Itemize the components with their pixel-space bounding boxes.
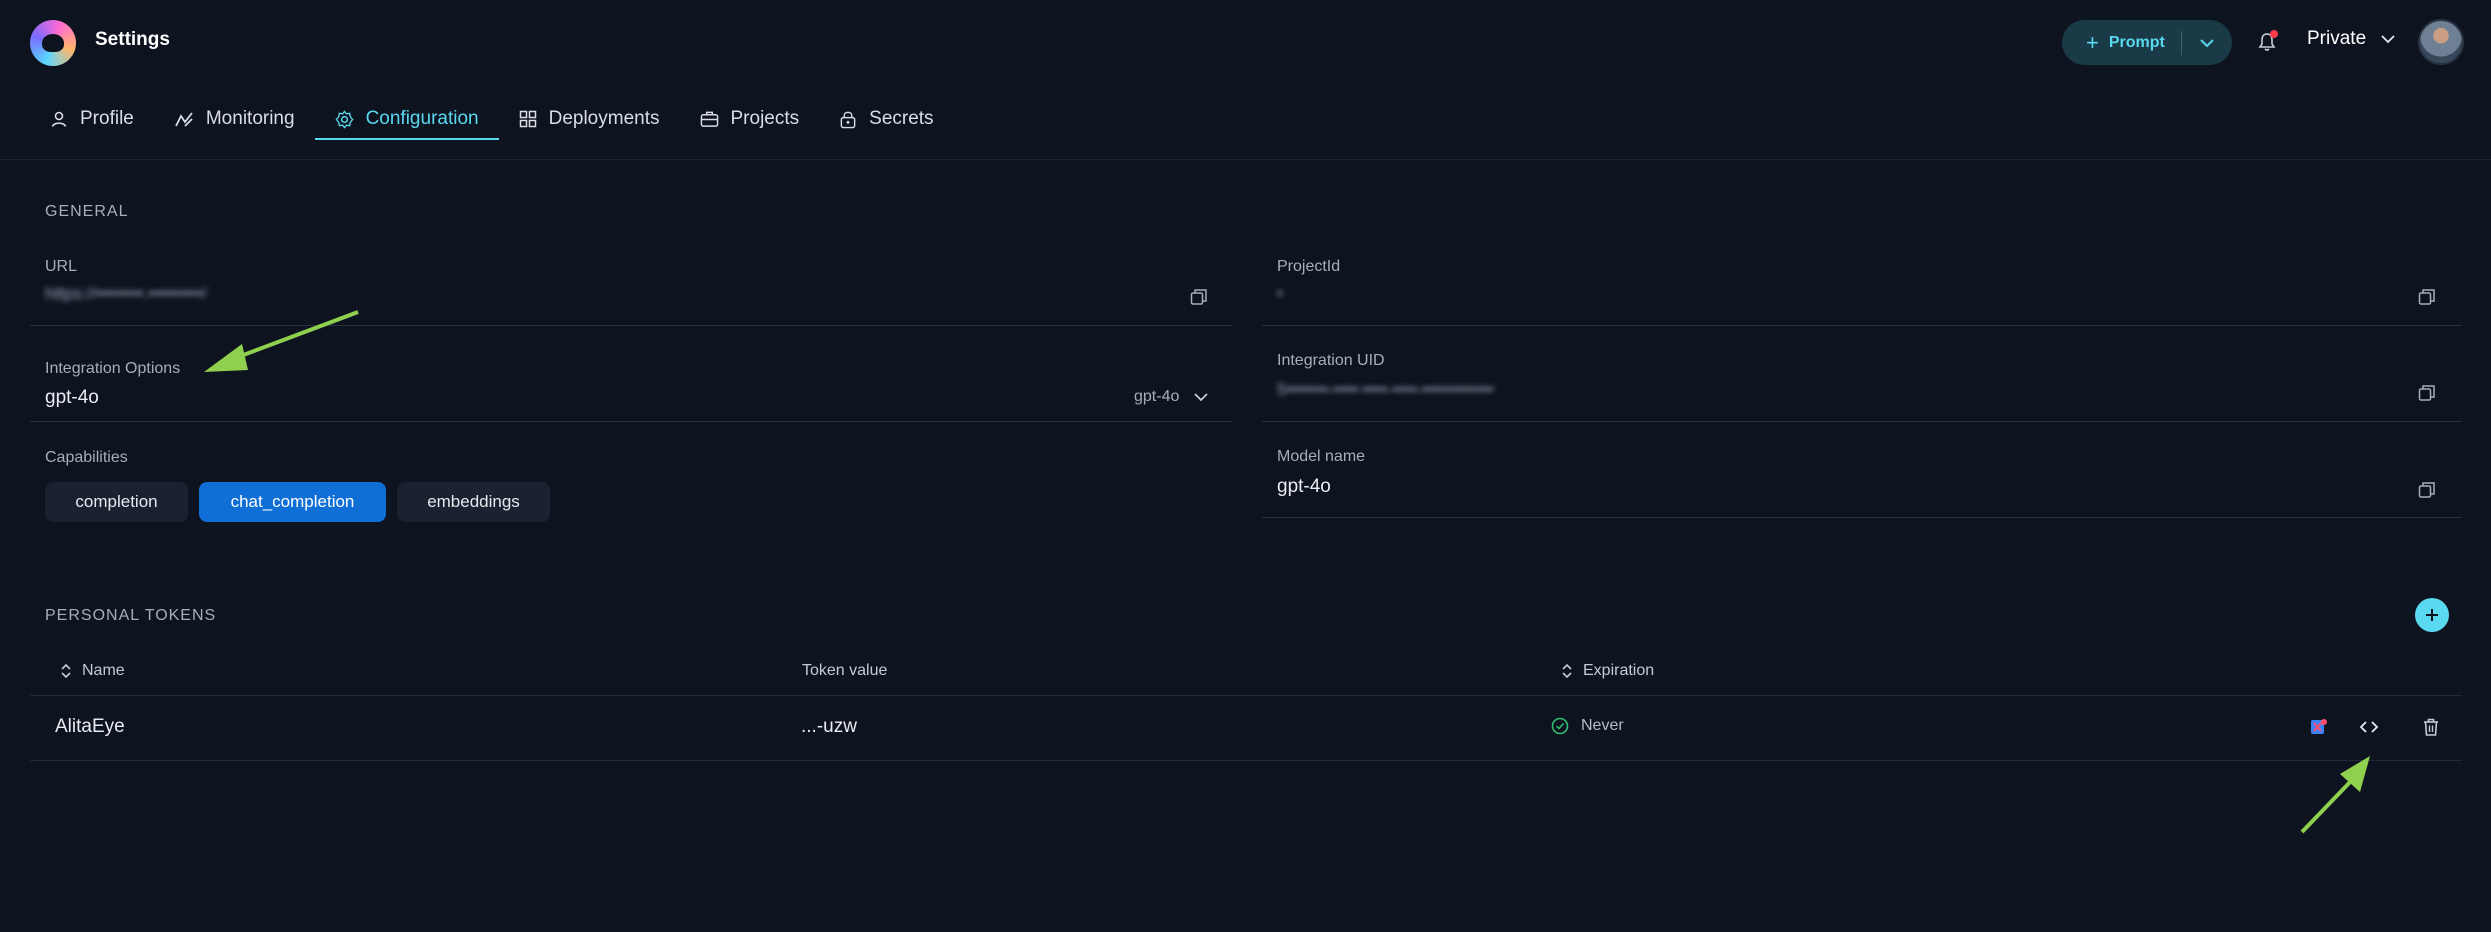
token-name: AlitaEye	[55, 716, 125, 737]
delete-token-button[interactable]	[2420, 716, 2442, 738]
vscode-integration-button[interactable]	[2308, 716, 2330, 738]
settings-page: Settings + Prompt Private Profile Monito…	[0, 0, 2491, 932]
sort-icon	[1562, 663, 1572, 679]
column-header-label: Name	[82, 662, 125, 679]
check-circle-icon	[1551, 717, 1569, 735]
briefcase-icon	[700, 111, 718, 127]
model-name-label: Model name	[1277, 448, 1366, 465]
column-header-expiration[interactable]: Expiration	[1561, 662, 1654, 680]
user-icon	[51, 111, 67, 127]
column-header-label: Token value	[802, 662, 888, 679]
table-header-divider	[30, 695, 2462, 696]
settings-tabs: Profile Monitoring Configuration Deploym…	[30, 98, 954, 140]
tab-projects[interactable]: Projects	[680, 98, 820, 140]
tab-deployments[interactable]: Deployments	[499, 98, 680, 140]
prompt-dropdown-toggle[interactable]	[2182, 20, 2232, 65]
tab-profile[interactable]: Profile	[30, 98, 154, 140]
plus-icon: +	[2086, 29, 2099, 55]
copy-icon[interactable]	[1190, 288, 1208, 306]
url-label: URL	[45, 258, 78, 275]
model-name-field: Model name gpt-4o	[1262, 440, 2462, 518]
integration-options-selected: gpt-4o	[1134, 388, 1180, 405]
annotation-arrow-icon	[2300, 756, 2370, 834]
avatar[interactable]	[2418, 19, 2464, 65]
copy-icon[interactable]	[2418, 481, 2436, 499]
gear-icon	[335, 109, 354, 129]
token-expiration: Never	[1551, 717, 1624, 735]
table-row-divider	[30, 760, 2462, 761]
prompt-button[interactable]: + Prompt	[2062, 20, 2181, 65]
tab-label: Projects	[730, 108, 800, 129]
prompt-split-button: + Prompt	[2062, 20, 2232, 65]
tab-configuration[interactable]: Configuration	[314, 98, 499, 140]
plus-icon	[2426, 609, 2438, 621]
tab-label: Configuration	[365, 108, 479, 129]
tab-monitoring[interactable]: Monitoring	[154, 98, 315, 140]
integration-options-value: gpt-4o	[45, 387, 99, 408]
project-id-field: ProjectId •	[1262, 248, 2462, 326]
project-id-label: ProjectId	[1277, 258, 1341, 275]
tab-label: Secrets	[869, 108, 934, 129]
copy-icon[interactable]	[2418, 288, 2436, 306]
personal-tokens-section-title: PERSONAL TOKENS	[45, 607, 217, 624]
token-value: ...-uzw	[801, 716, 857, 737]
column-header-label: Expiration	[1583, 662, 1655, 679]
copy-icon[interactable]	[2418, 384, 2436, 402]
chevron-down-icon	[1194, 393, 1209, 402]
url-field: URL https://••••••••.•••••••••/	[30, 248, 1232, 326]
url-value: https://••••••••.•••••••••/	[45, 284, 207, 303]
trash-icon	[2424, 718, 2438, 736]
tab-label: Profile	[80, 108, 134, 129]
prompt-button-label: Prompt	[2108, 33, 2165, 51]
integration-uid-label: Integration UID	[1277, 352, 1385, 369]
model-name-value: gpt-4o	[1277, 476, 1331, 497]
capabilities-label: Capabilities	[45, 449, 128, 466]
capability-chip-chat-completion[interactable]: chat_completion	[199, 482, 386, 522]
token-expiration-label: Never	[1581, 717, 1624, 734]
integration-options-select[interactable]: gpt-4o	[1134, 388, 1209, 406]
workspace-selector[interactable]: Private	[2307, 28, 2396, 50]
tab-secrets[interactable]: Secrets	[819, 98, 953, 140]
app-logo[interactable]	[30, 20, 76, 66]
top-bar: Settings + Prompt Private	[0, 0, 2491, 84]
chevron-down-icon	[2381, 35, 2395, 44]
integration-options-label: Integration Options	[45, 360, 181, 377]
page-title: Settings	[95, 29, 170, 50]
add-token-button[interactable]	[2415, 598, 2449, 632]
code-snippet-button[interactable]	[2358, 716, 2380, 738]
lock-icon	[840, 111, 856, 128]
tab-label: Monitoring	[205, 108, 295, 129]
chevron-down-icon	[2200, 38, 2214, 47]
integration-options-field[interactable]: Integration Options gpt-4o gpt-4o	[30, 352, 1232, 422]
project-id-value: •	[1277, 284, 1283, 303]
extension-icon	[2311, 719, 2327, 734]
notifications-button[interactable]	[2258, 30, 2278, 54]
chart-icon	[175, 112, 193, 127]
code-icon	[2359, 721, 2379, 733]
column-header-name[interactable]: Name	[60, 662, 125, 680]
integration-uid-field: Integration UID 5•••••••-••••-••••-••••-…	[1262, 344, 2462, 422]
integration-uid-value: 5•••••••-••••-••••-••••-••••••••••••	[1277, 380, 1494, 399]
capability-chip-embeddings[interactable]: embeddings	[397, 482, 550, 522]
sort-icon	[61, 663, 71, 679]
column-header-token-value: Token value	[802, 662, 887, 680]
capability-chip-completion[interactable]: completion	[45, 482, 188, 522]
grid-icon	[519, 110, 536, 128]
workspace-label: Private	[2307, 28, 2367, 49]
notification-badge	[2270, 30, 2278, 38]
tab-label: Deployments	[548, 108, 660, 129]
tabs-divider	[0, 159, 2491, 160]
general-section-title: GENERAL	[45, 203, 129, 220]
